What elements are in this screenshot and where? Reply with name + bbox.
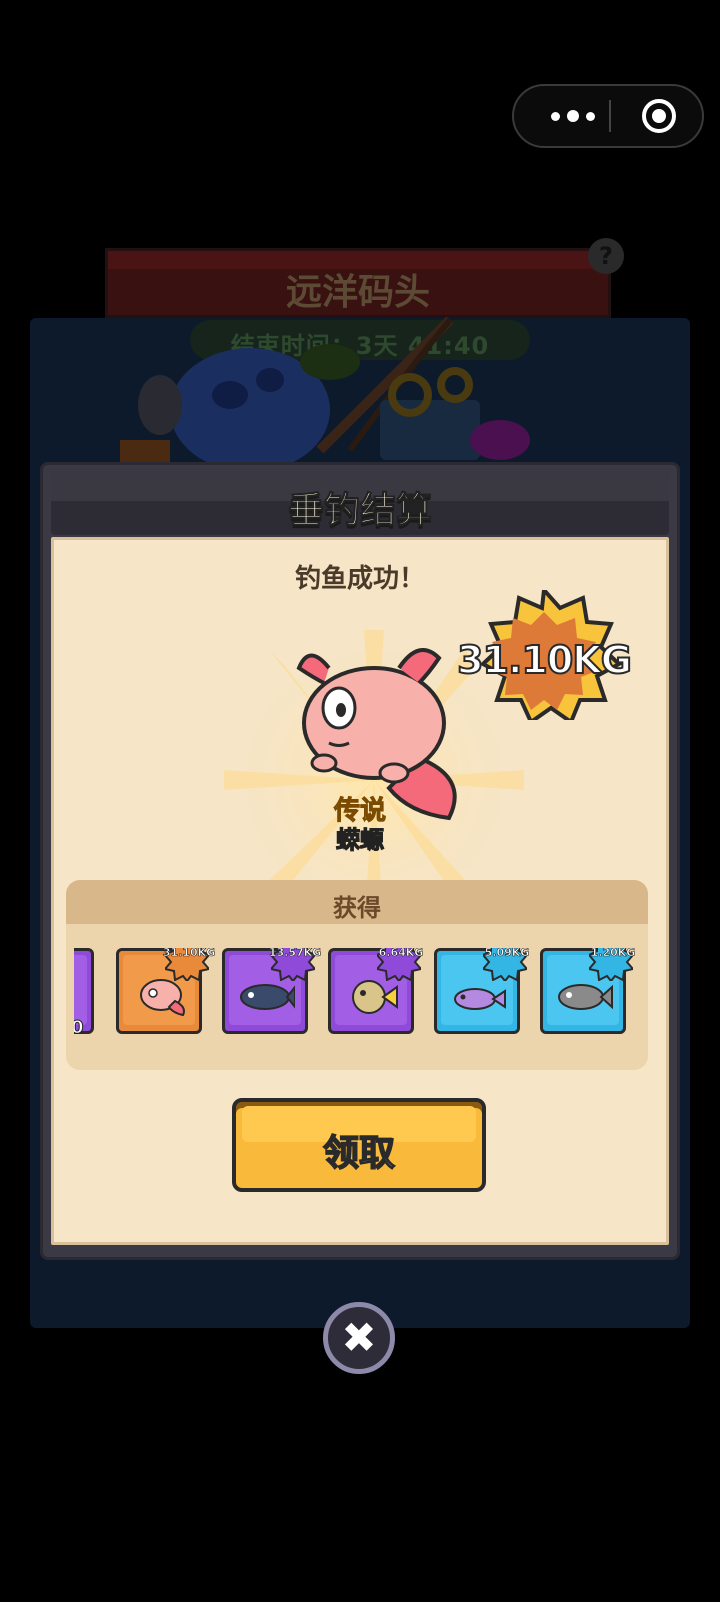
- mini-program-capsule: [512, 84, 704, 148]
- obtained-item-3[interactable]: 6.64KG: [328, 948, 424, 1034]
- close-button[interactable]: ✖: [323, 1302, 395, 1374]
- capsule-divider: [609, 100, 611, 132]
- obtained-item-partial-text: 0: [74, 1017, 84, 1039]
- target-icon[interactable]: [641, 98, 677, 134]
- obtained-items: 0 31.10KG 13.57KG 6.64KG 5.09KG 1.20KG: [74, 948, 644, 1044]
- dialog-body: 钓鱼成功！ 传说 蝾螈 31.10KG 获得 0 31.10KG 13.57KG…: [51, 537, 669, 1245]
- dialog-title: 垂钓结算: [287, 490, 432, 532]
- close-icon: ✖: [341, 1313, 377, 1362]
- catch-name: 蝾螈: [335, 825, 384, 854]
- obtained-panel: 获得 0 31.10KG 13.57KG 6.64KG 5.09KG 1.20K…: [66, 880, 648, 1070]
- obtained-item-weight: 6.64KG: [378, 948, 424, 959]
- obtained-item-weight: 31.10KG: [162, 948, 216, 959]
- claim-button-label: 领取: [322, 1132, 396, 1175]
- obtained-item-5[interactable]: 1.20KG: [540, 948, 636, 1034]
- obtained-item-2[interactable]: 13.57KG: [222, 948, 321, 1034]
- obtained-item-weight: 5.09KG: [484, 948, 530, 959]
- obtained-item-partial[interactable]: 0: [74, 948, 94, 1039]
- catch-weight: 31.10KG: [456, 637, 633, 683]
- obtained-item-4[interactable]: 5.09KG: [434, 948, 530, 1034]
- background-items-illustration: [120, 316, 530, 470]
- fishing-result-dialog: 垂钓结算 钓鱼成功！ 传说 蝾螈 31.10KG 获得 0 31.10KG 13…: [40, 462, 680, 1260]
- obtained-item-weight: 13.57KG: [268, 948, 322, 959]
- claim-button[interactable]: 领取: [232, 1098, 486, 1192]
- obtained-label: 获得: [333, 894, 381, 922]
- more-icon[interactable]: [538, 86, 608, 146]
- obtained-item-1[interactable]: 31.10KG: [116, 948, 215, 1034]
- dialog-header: 垂钓结算: [51, 471, 669, 535]
- obtained-item-weight: 1.20KG: [590, 948, 636, 959]
- help-icon: ?: [588, 238, 624, 274]
